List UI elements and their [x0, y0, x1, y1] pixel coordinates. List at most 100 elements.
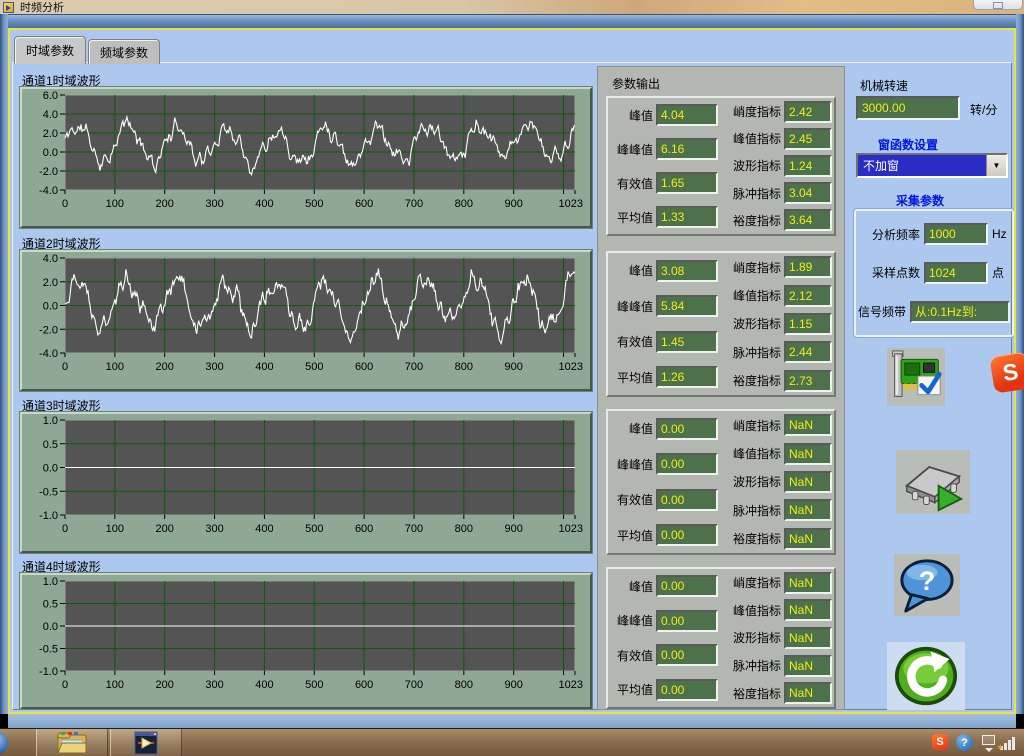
param-value: 3.64 [784, 209, 832, 231]
panel-yellow-frame: 时域参数 频域参数 通道1时域波形 通道2时域波形 通道3时域波形 通道4时域波… [8, 28, 1016, 714]
param-row: 峰值指标NaN [720, 599, 834, 621]
svg-text:?: ? [919, 566, 936, 596]
param-value: 3.08 [656, 260, 718, 282]
x-axis-tick-label: 1023 [559, 679, 583, 691]
y-axis-tick-label: 2.0 [43, 277, 58, 289]
param-row: 波形指标NaN [720, 627, 834, 649]
x-axis-tick-label: 100 [106, 679, 124, 691]
param-row: 峰峰值5.84 [610, 295, 720, 317]
param-row: 平均值1.26 [610, 366, 720, 388]
acq-label-samples: 采样点数 [872, 264, 920, 281]
param-label: 峰值指标 [733, 602, 781, 619]
param-row: 峰峰值0.00 [610, 453, 720, 475]
x-axis-tick-label: 700 [405, 361, 423, 373]
param-value: 1.26 [656, 366, 718, 388]
window-restore-button[interactable] [973, 0, 1023, 10]
y-axis-tick-label: 0.0 [43, 147, 58, 159]
param-value: 0.00 [656, 679, 718, 701]
acq-unit-points: 点 [992, 264, 1010, 281]
param-value: NaN [784, 627, 832, 649]
acquire-run-button[interactable] [896, 450, 970, 514]
acq-unit-hz: Hz [992, 227, 1010, 241]
param-row: 有效值0.00 [610, 644, 720, 666]
sogou-input-badge[interactable]: S [989, 351, 1024, 393]
param-label: 峭度指标 [733, 574, 781, 591]
speed-input[interactable]: 3000.00 [856, 96, 960, 120]
reset-refresh-icon [889, 644, 963, 708]
param-label: 峰值指标 [733, 287, 781, 304]
param-label: 有效值 [617, 175, 653, 192]
x-axis-tick-label: 100 [106, 361, 124, 373]
help-bubble-icon: ? [896, 556, 958, 614]
labview-app-icon [134, 731, 158, 755]
x-axis-tick-label: 200 [156, 679, 174, 691]
y-axis-tick-label: 2.0 [43, 128, 58, 140]
x-axis-tick-label: 900 [505, 198, 523, 210]
x-axis-tick-label: 400 [255, 198, 273, 210]
x-axis-tick-label: 200 [156, 361, 174, 373]
window-border-bottom [8, 712, 1016, 728]
param-row: 峰峰值0.00 [610, 610, 720, 632]
param-label: 波形指标 [733, 157, 781, 174]
tab-frequency-domain[interactable]: 频域参数 [88, 39, 160, 64]
param-label: 裕度指标 [733, 685, 781, 702]
reset-button[interactable] [887, 642, 965, 710]
x-axis-tick-label: 800 [455, 679, 473, 691]
param-label: 峭度指标 [733, 417, 781, 434]
signal-band-input[interactable]: 从:0.1Hz到: [910, 301, 1010, 323]
tray-sogou-icon[interactable]: S [932, 734, 948, 750]
window-function-value: 不加窗 [858, 155, 986, 176]
x-axis-tick-label: 500 [305, 679, 323, 691]
param-row: 峭度指标NaN [720, 572, 834, 594]
y-axis-tick-label: 0.5 [43, 439, 58, 451]
x-axis-tick-label: 200 [156, 523, 174, 535]
param-value: NaN [784, 499, 832, 521]
param-value: 1.15 [784, 313, 832, 335]
y-axis-tick-label: -2.0 [39, 324, 58, 336]
param-value: NaN [784, 599, 832, 621]
param-label: 波形指标 [733, 315, 781, 332]
start-button[interactable] [0, 731, 8, 755]
x-axis-tick-label: 700 [405, 679, 423, 691]
y-axis-tick-label: 1.0 [43, 415, 58, 427]
param-value: NaN [784, 572, 832, 594]
param-label: 有效值 [617, 647, 653, 664]
param-row: 裕度指标NaN [720, 682, 834, 704]
param-label: 峰值指标 [733, 130, 781, 147]
param-row: 波形指标1.15 [720, 313, 834, 335]
param-row: 平均值0.00 [610, 524, 720, 546]
param-value: NaN [784, 414, 832, 436]
taskbar-button-labview[interactable] [110, 729, 182, 756]
param-row: 峭度指标1.89 [720, 256, 834, 278]
taskbar-button-folder[interactable] [36, 729, 108, 756]
param-row: 峰值指标NaN [720, 443, 834, 465]
param-value: 1.33 [656, 206, 718, 228]
analysis-frequency-input[interactable]: 1000 [924, 223, 988, 245]
x-axis-tick-label: 1023 [559, 198, 583, 210]
network-alert-icon: ✶ [996, 743, 1004, 754]
hidden-icons-arrow-icon[interactable] [985, 748, 993, 752]
waveform-chart-channel3: 1.00.50.0-0.5-1.001002003004005006007008… [20, 412, 592, 553]
chevron-down-icon[interactable]: ▼ [986, 155, 1006, 176]
tab-time-domain[interactable]: 时域参数 [14, 36, 86, 64]
sample-count-input[interactable]: 1024 [924, 262, 988, 284]
param-value: 5.84 [656, 295, 718, 317]
help-button[interactable]: ? [894, 554, 960, 616]
param-label: 波形指标 [733, 473, 781, 490]
param-value: 0.00 [656, 489, 718, 511]
param-row: 峰值0.00 [610, 575, 720, 597]
param-label: 峭度指标 [733, 103, 781, 120]
x-axis-tick-label: 1023 [559, 523, 583, 535]
x-axis-tick-label: 900 [505, 523, 523, 535]
param-value: 2.44 [784, 341, 832, 363]
show-hidden-icons[interactable] [982, 735, 995, 745]
param-label: 有效值 [617, 491, 653, 508]
x-axis-tick-label: 500 [305, 198, 323, 210]
device-check-button[interactable] [887, 348, 945, 406]
window-function-dropdown[interactable]: 不加窗 ▼ [856, 153, 1008, 178]
y-axis-tick-label: -2.0 [39, 166, 58, 178]
tray-help-icon[interactable]: ? [956, 734, 973, 751]
param-value: 0.00 [656, 610, 718, 632]
waveform-chart-channel4: 1.00.50.0-0.5-1.001002003004005006007008… [20, 573, 592, 709]
param-label: 峰峰值 [617, 298, 653, 315]
